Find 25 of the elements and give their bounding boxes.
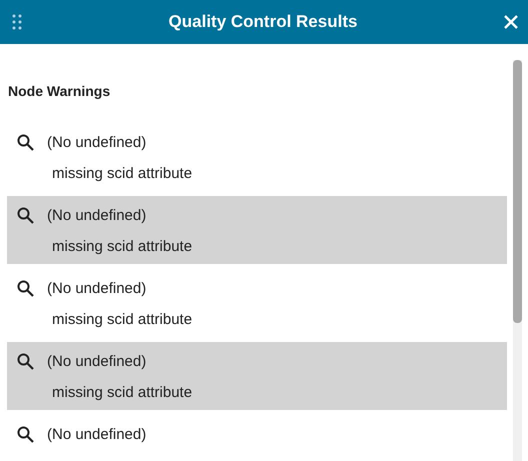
search-icon[interactable] xyxy=(17,352,34,370)
warning-detail: missing scid attribute xyxy=(51,164,194,184)
warning-item[interactable]: (No undefined) missing scid attribute xyxy=(7,342,507,410)
warning-item[interactable]: (No undefined) missing scid attribute xyxy=(7,196,507,264)
warning-detail: missing scid attribute xyxy=(51,383,194,403)
search-icon[interactable] xyxy=(17,426,34,442)
close-icon[interactable] xyxy=(504,15,518,29)
warning-title: (No undefined) xyxy=(47,206,146,224)
search-icon[interactable] xyxy=(17,280,34,296)
warning-title: (No undefined) xyxy=(47,280,146,296)
warning-detail: missing scid attribute xyxy=(51,310,194,330)
drag-handle-icon[interactable] xyxy=(12,14,22,30)
search-icon[interactable] xyxy=(17,206,34,224)
section-heading: Node Warnings xyxy=(8,82,112,100)
scrollbar[interactable] xyxy=(513,60,522,461)
warning-title: (No undefined) xyxy=(47,352,146,370)
warning-item[interactable]: (No undefined) missing scid attribute xyxy=(7,123,507,191)
scroll-thumb[interactable] xyxy=(513,60,522,323)
warning-item[interactable]: (No undefined) xyxy=(7,415,507,461)
warning-detail: missing scid attribute xyxy=(51,237,194,257)
window-title: Quality Control Results xyxy=(168,12,358,32)
warning-item[interactable]: (No undefined) missing scid attribute xyxy=(7,269,507,337)
warning-title: (No undefined) xyxy=(47,134,146,150)
warning-title: (No undefined) xyxy=(47,426,146,442)
search-icon[interactable] xyxy=(17,134,34,150)
